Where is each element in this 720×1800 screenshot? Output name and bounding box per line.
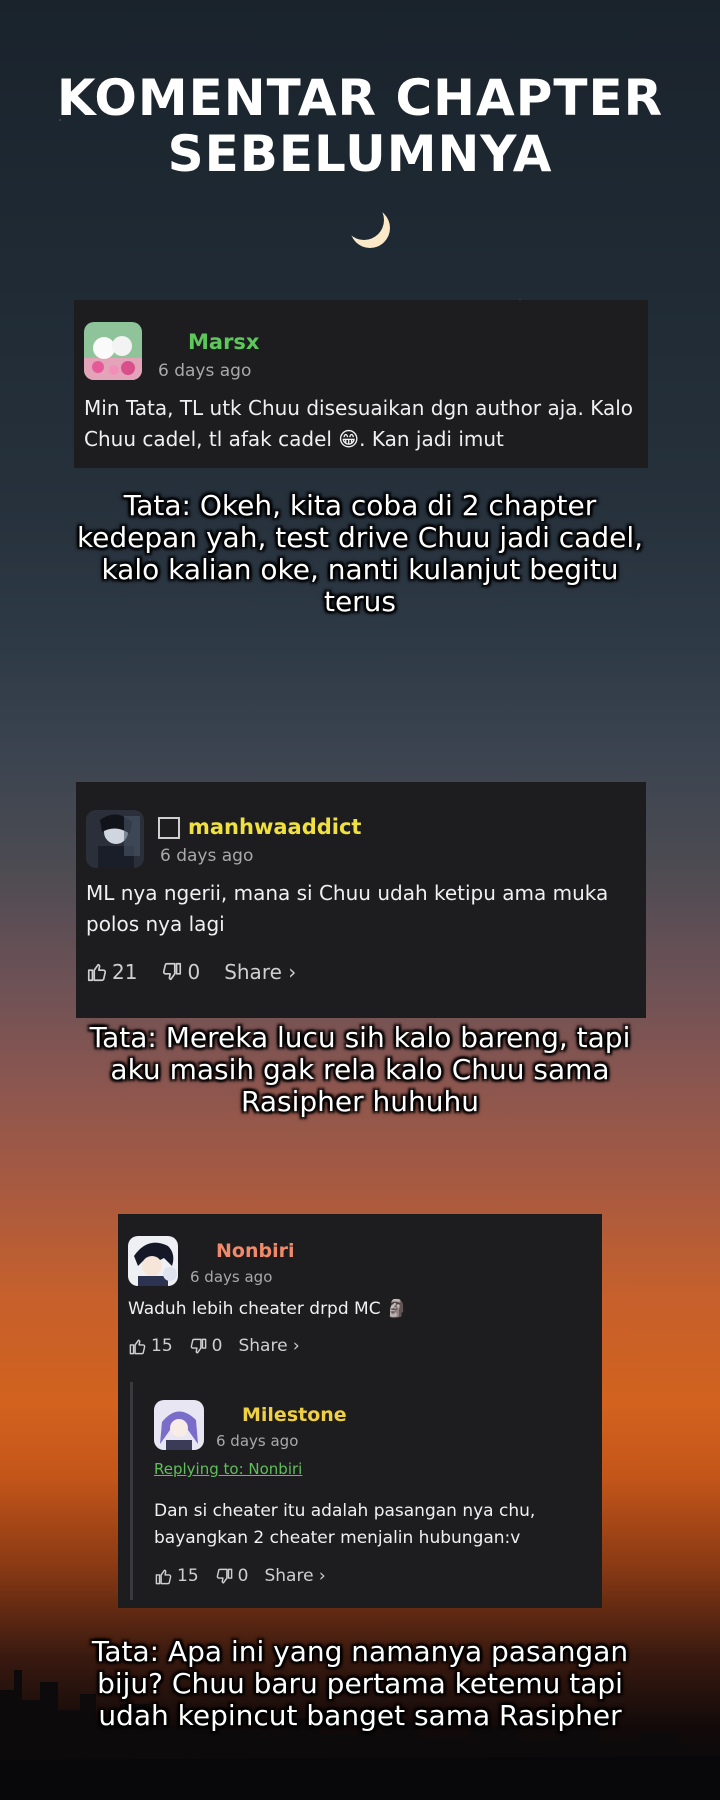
thumbs-down-icon <box>216 1568 232 1584</box>
reply-username[interactable]: Milestone <box>242 1404 347 1426</box>
comment-actions: 21 0 Share › <box>86 960 320 984</box>
share-button[interactable]: Share › <box>224 960 296 984</box>
reply-timestamp: 6 days ago <box>216 1432 299 1450</box>
comment-text: Min Tata, TL utk Chuu disesuaikan dgn au… <box>84 393 644 455</box>
comment-actions: 15 0 Share › <box>128 1336 324 1356</box>
like-count: 15 <box>177 1566 199 1586</box>
comment-text-line-2a: Chuu cadel, tl afak cadel <box>84 427 339 451</box>
dislike-count: 0 <box>237 1566 249 1586</box>
thumbs-down-icon <box>190 1338 206 1354</box>
comment-card-marsx: Marsx 6 days ago Min Tata, TL utk Chuu d… <box>74 300 648 468</box>
like-count: 21 <box>112 960 138 984</box>
caption-line: kalo kalian oke, nanti kulanjut begitu <box>101 553 619 586</box>
caption-line: udah kepincut banget sama Rasipher <box>98 1699 622 1732</box>
thumbs-down-icon <box>163 962 182 981</box>
caption-line: Rasipher huhuhu <box>241 1085 479 1118</box>
comment-card-manhwaaddict: manhwaaddict 6 days ago ML nya ngerii, m… <box>76 782 646 1018</box>
like-button[interactable]: 15 <box>154 1566 199 1586</box>
comment-timestamp: 6 days ago <box>158 361 252 381</box>
reply-actions: 15 0 Share › <box>154 1566 350 1586</box>
like-count: 15 <box>151 1336 173 1356</box>
translator-note-1: Tata: Okeh, kita coba di 2 chapter kedep… <box>0 490 720 618</box>
comment-text: ML nya ngerii, mana si Chuu udah ketipu … <box>86 878 636 940</box>
comment-username[interactable]: Nonbiri <box>216 1240 294 1262</box>
share-button[interactable]: Share › <box>238 1336 299 1356</box>
comment-text-line-1: ML nya ngerii, mana si Chuu udah ketipu … <box>86 881 609 905</box>
heading-line-2: SEBELUMNYA <box>167 125 553 183</box>
avatar[interactable] <box>86 810 144 868</box>
like-button[interactable]: 21 <box>86 960 137 984</box>
caption-line: aku masih gak rela kalo Chuu sama <box>110 1053 610 1086</box>
comment-text: Waduh lebih cheater drpd MC 🗿 <box>128 1299 408 1319</box>
thumbs-up-icon <box>129 1338 146 1354</box>
avatar[interactable] <box>154 1400 204 1450</box>
translator-note-3: Tata: Apa ini yang namanya pasangan biju… <box>0 1636 720 1732</box>
translator-note-2: Tata: Mereka lucu sih kalo bareng, tapi … <box>0 1022 720 1118</box>
reply-text-line-1: Dan si cheater itu adalah pasangan nya c… <box>154 1501 536 1521</box>
comment-text-line-1: Min Tata, TL utk Chuu disesuaikan dgn au… <box>84 396 634 420</box>
dislike-count: 0 <box>211 1336 223 1356</box>
caption-line: terus <box>323 585 397 618</box>
comment-timestamp: 6 days ago <box>160 846 254 866</box>
thumbs-up-icon <box>87 963 107 982</box>
caption-line: Tata: Mereka lucu sih kalo bareng, tapi <box>89 1021 631 1054</box>
reply-thread-line <box>130 1382 133 1600</box>
caption-line: Tata: Okeh, kita coba di 2 chapter <box>123 489 597 522</box>
heading-line-1: KOMENTAR CHAPTER <box>56 69 664 127</box>
comment-card-nonbiri: Nonbiri 6 days ago Waduh lebih cheater d… <box>118 1214 602 1608</box>
grin-emoji-icon: 😁 <box>338 427 360 451</box>
dislike-count: 0 <box>187 960 201 984</box>
avatar[interactable] <box>84 322 142 380</box>
reply-text: Dan si cheater itu adalah pasangan nya c… <box>154 1498 535 1552</box>
caption-line: biju? Chuu baru pertama ketemu tapi <box>97 1667 623 1700</box>
page-heading: KOMENTAR CHAPTER SEBELUMNYA <box>0 70 720 182</box>
crescent-moon-icon <box>350 208 390 248</box>
dislike-button[interactable]: 0 <box>161 960 200 984</box>
caption-line: kedepan yah, test drive Chuu jadi cadel, <box>76 521 644 554</box>
replying-to-link[interactable]: Replying to: Nonbiri <box>154 1460 302 1478</box>
reply-text-line-2: bayangkan 2 cheater menjalin hubungan:v <box>154 1528 521 1548</box>
comment-text-line-2b: . Kan jadi imut <box>359 427 504 451</box>
comment-text-line-2: polos nya lagi <box>86 912 225 936</box>
share-button[interactable]: Share › <box>264 1566 325 1586</box>
like-button[interactable]: 15 <box>128 1336 173 1356</box>
avatar[interactable] <box>128 1236 178 1286</box>
dislike-button[interactable]: 0 <box>215 1566 249 1586</box>
badge-box-icon <box>158 817 180 839</box>
dislike-button[interactable]: 0 <box>189 1336 223 1356</box>
thumbs-up-icon <box>155 1568 172 1584</box>
comment-timestamp: 6 days ago <box>190 1268 273 1286</box>
caption-line: Tata: Apa ini yang namanya pasangan <box>91 1635 629 1668</box>
comment-username[interactable]: manhwaaddict <box>188 815 361 839</box>
comment-username[interactable]: Marsx <box>188 330 259 354</box>
